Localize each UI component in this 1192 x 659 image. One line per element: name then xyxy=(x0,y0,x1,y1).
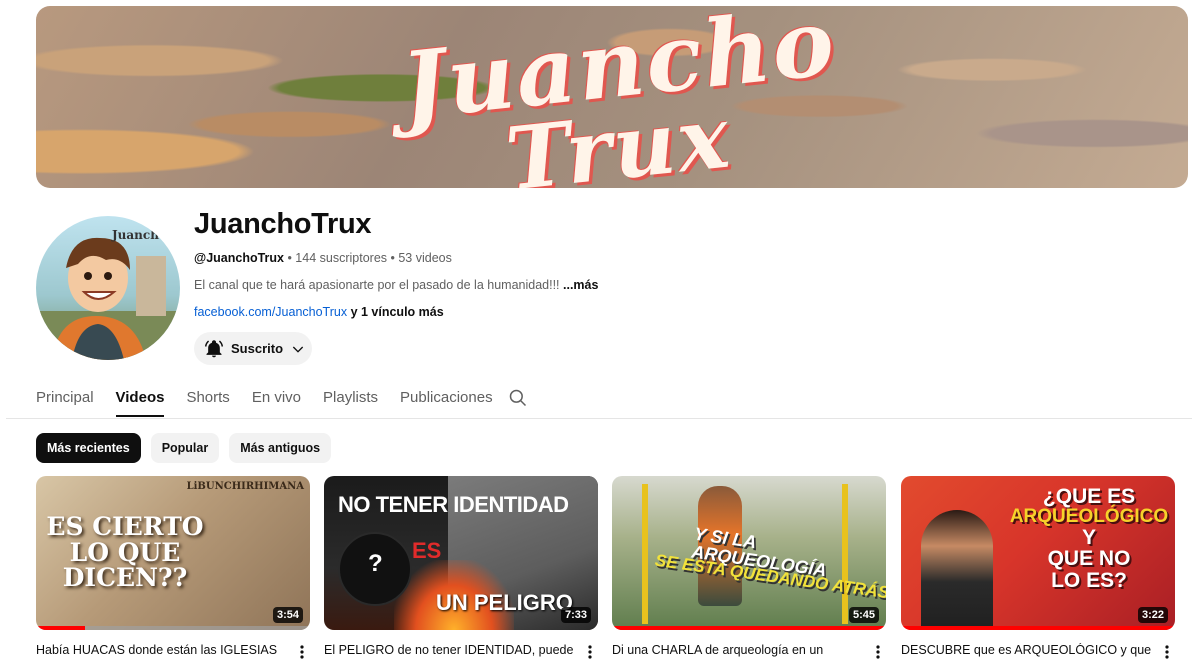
channel-links: facebook.com/JuanchoTrux y 1 vínculo más xyxy=(194,305,444,319)
bus-pole xyxy=(642,484,648,624)
channel-avatar[interactable]: Juancho xyxy=(36,216,180,360)
thumb-caption-line: ARQUEOLÓGICO xyxy=(1009,506,1169,528)
watch-progress-bar xyxy=(901,626,1175,630)
thumb-caption-line: LO ES? xyxy=(1051,568,1127,592)
thumb-caption-line: ES CIERTO xyxy=(46,512,204,541)
video-title[interactable]: Había HUACAS donde están las IGLESIAS xyxy=(36,643,286,657)
channel-description[interactable]: El canal que te hará apasionarte por el … xyxy=(194,278,598,292)
thumb-caption-line: LO QUE xyxy=(69,537,181,567)
chip-mas-recientes[interactable]: Más recientes xyxy=(36,433,141,463)
thumb-caption-line: Y xyxy=(1081,525,1096,549)
video-card[interactable]: Y SI LA ARQUEOLOGÍA SE ESTA QUEDANDO ATR… xyxy=(612,476,886,659)
thumb-caption-mid: ES xyxy=(412,538,442,563)
bell-ringing-icon xyxy=(204,339,224,357)
thumb-caption-line: QUE NO xyxy=(1047,547,1131,571)
thumb-question-mark: ? xyxy=(368,550,383,577)
channel-handle: @JuanchoTrux xyxy=(194,251,284,265)
facebook-link[interactable]: facebook.com/JuanchoTrux xyxy=(194,305,347,319)
description-text: El canal que te hará apasionarte por el … xyxy=(194,278,564,292)
video-card[interactable]: LiBUNCHIRHIMANA ES CIERTO LO QUE DICEN??… xyxy=(36,476,310,659)
tab-principal[interactable]: Principal xyxy=(36,386,94,417)
tab-publicaciones[interactable]: Publicaciones xyxy=(400,386,493,417)
thumb-caption-bottom: UN PELIGRO xyxy=(436,590,573,615)
tab-en-vivo[interactable]: En vivo xyxy=(252,386,301,417)
thumb-watermark: LiBUNCHIRHIMANA xyxy=(186,481,304,492)
thumb-caption: ES CIERTO LO QUE DICEN?? xyxy=(40,514,210,591)
chip-mas-antiguos[interactable]: Más antiguos xyxy=(229,433,332,463)
more-vert-icon[interactable] xyxy=(1161,643,1173,659)
extra-links[interactable]: y 1 vínculo más xyxy=(347,305,444,319)
thumb-caption-top: NO TENER IDENTIDAD xyxy=(338,492,569,517)
video-duration: 7:33 xyxy=(560,607,591,623)
video-thumbnail[interactable]: ¿QUE ES ARQUEOLÓGICO Y QUE NO LO ES? 3:2… xyxy=(901,476,1175,630)
more-vert-icon[interactable] xyxy=(584,643,596,659)
avatar-caption: Juancho xyxy=(112,228,167,242)
tab-videos[interactable]: Videos xyxy=(115,386,164,417)
channel-tabs: Principal Videos Shorts En vivo Playlist… xyxy=(36,386,515,418)
video-title[interactable]: Di una CHARLA de arqueología en un xyxy=(612,643,862,657)
more-vert-icon[interactable] xyxy=(296,643,308,659)
video-thumbnail[interactable]: LiBUNCHIRHIMANA ES CIERTO LO QUE DICEN??… xyxy=(36,476,310,630)
subscribed-button[interactable]: Suscrito xyxy=(194,332,312,365)
chip-popular[interactable]: Popular xyxy=(150,433,220,463)
more-vert-icon[interactable] xyxy=(872,643,884,659)
video-duration: 5:45 xyxy=(848,607,879,623)
channel-banner: Juancho Trux xyxy=(36,6,1188,188)
thumb-caption: ¿QUE ES ARQUEOLÓGICO Y QUE NO LO ES? xyxy=(1009,486,1169,591)
search-icon[interactable] xyxy=(508,388,528,408)
watch-progress-bar xyxy=(612,626,886,630)
channel-name: JuanchoTrux xyxy=(194,208,372,240)
video-duration: 3:54 xyxy=(272,607,303,623)
video-duration: 3:22 xyxy=(1137,607,1168,623)
subscribed-label: Suscrito xyxy=(231,341,284,356)
video-card[interactable]: NO TENER IDENTIDAD ? ES UN PELIGRO 7:33 … xyxy=(324,476,598,659)
sort-chips: Más recientes Popular Más antiguos xyxy=(36,433,332,463)
more-link[interactable]: ...más xyxy=(563,278,598,292)
video-title[interactable]: DESCUBRE que es ARQUEOLÓGICO y que no xyxy=(901,643,1151,657)
channel-stats: • 144 suscriptores • 53 videos xyxy=(283,251,452,265)
presenter-figure xyxy=(921,510,993,630)
tabs-divider xyxy=(6,418,1192,419)
video-thumbnail[interactable]: NO TENER IDENTIDAD ? ES UN PELIGRO 7:33 xyxy=(324,476,598,630)
thumb-caption-line: DICEN?? xyxy=(62,563,188,592)
channel-meta: @JuanchoTrux • 144 suscriptores • 53 vid… xyxy=(194,251,452,265)
tab-playlists[interactable]: Playlists xyxy=(323,386,378,417)
video-thumbnail[interactable]: Y SI LA ARQUEOLOGÍA SE ESTA QUEDANDO ATR… xyxy=(612,476,886,630)
tab-shorts[interactable]: Shorts xyxy=(186,386,229,417)
video-title[interactable]: El PELIGRO de no tener IDENTIDAD, puede … xyxy=(324,643,574,657)
video-card[interactable]: ¿QUE ES ARQUEOLÓGICO Y QUE NO LO ES? 3:2… xyxy=(901,476,1175,659)
watch-progress-bar xyxy=(36,626,86,630)
chevron-down-icon xyxy=(292,346,304,353)
thumb-caption-line: ¿QUE ES xyxy=(1042,485,1136,508)
